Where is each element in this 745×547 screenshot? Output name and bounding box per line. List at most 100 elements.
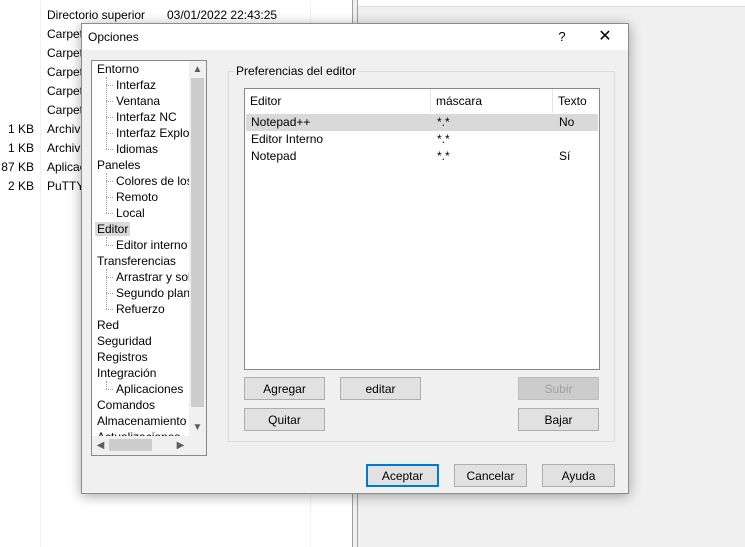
tree-item[interactable]: Aplicaciones — [116, 381, 183, 397]
tree-connector — [106, 293, 113, 294]
editor-row[interactable]: Notepad *.* Sí — [246, 148, 598, 165]
editor-mask: *.* — [437, 132, 450, 146]
editor-name: Editor Interno — [251, 132, 324, 146]
tree-item[interactable]: Registros — [97, 349, 148, 365]
tree-item-label: Integración — [97, 366, 157, 380]
tree-item-label: Transferencias — [97, 254, 176, 268]
tree-item-label: Editor interno — [116, 238, 188, 252]
help-icon[interactable]: ? — [552, 27, 572, 47]
tree-items: Entorno Interfaz Ventana Interfaz NC Interfa… — [92, 61, 190, 436]
file-size: 1 KB — [7, 122, 34, 136]
editor-row[interactable]: Notepad++ *.* No — [246, 114, 598, 131]
file-name: Carpet — [47, 84, 84, 98]
tree-vertical-scrollbar[interactable]: ▲ ▼ — [189, 61, 206, 436]
column-header-mask[interactable]: máscara — [431, 89, 553, 113]
file-name: Carpet — [47, 103, 84, 117]
tree-item[interactable]: Interfaz Explorer — [116, 125, 190, 141]
add-button[interactable]: Agregar — [244, 377, 325, 400]
tree-connector — [106, 133, 113, 134]
ok-button[interactable]: Aceptar — [366, 464, 439, 487]
tree-item[interactable]: Paneles — [97, 157, 140, 173]
tree-item-label: Seguridad — [97, 334, 152, 348]
tree-item[interactable]: Integración — [97, 365, 156, 381]
tree-connector — [106, 181, 113, 182]
tree-connector — [106, 173, 107, 213]
scroll-left-icon[interactable]: ◀ — [92, 437, 109, 454]
tree-item[interactable]: Entorno — [97, 61, 139, 77]
tree-item[interactable]: Idiomas — [116, 141, 158, 157]
scroll-right-icon[interactable]: ▶ — [172, 437, 189, 454]
tree-item[interactable]: Ventana — [116, 93, 160, 109]
tree-connector — [106, 381, 107, 389]
tree-item-label: Interfaz — [116, 78, 157, 92]
tree-item[interactable]: Almacenamiento — [97, 413, 186, 429]
dialog-titlebar[interactable]: Opciones ? ✕ — [82, 24, 628, 50]
tree-item[interactable]: Seguridad — [97, 333, 152, 349]
tree-item-label: Comandos — [97, 398, 156, 412]
tree-item[interactable]: Interfaz — [116, 77, 156, 93]
tree-item[interactable]: Colores de los archivos — [116, 173, 190, 189]
tree-item[interactable]: Editor — [95, 221, 131, 237]
tree-connector — [106, 85, 113, 86]
tree-item-label: Remoto — [116, 190, 159, 204]
close-icon[interactable]: ✕ — [590, 26, 620, 48]
scrollbar-thumb[interactable] — [191, 78, 204, 407]
tree-connector — [106, 277, 113, 278]
tree-item[interactable]: Refuerzo — [116, 301, 165, 317]
scroll-up-icon[interactable]: ▲ — [189, 61, 206, 78]
tree-item[interactable]: Editor interno — [116, 237, 187, 253]
file-name: Carpet — [47, 27, 84, 41]
tree-item[interactable]: Arrastrar y soltar — [116, 269, 190, 285]
cancel-button[interactable]: Cancelar — [454, 464, 527, 487]
group-title: Preferencias del editor — [234, 64, 359, 78]
file-size: 87 KB — [1, 160, 34, 174]
tree-item-label: Segundo plano — [116, 286, 190, 300]
move-up-button[interactable]: Subir — [518, 377, 599, 400]
tree-connector — [106, 117, 113, 118]
tree-item-label: Idiomas — [116, 142, 159, 156]
scroll-down-icon[interactable]: ▼ — [189, 419, 206, 436]
tree-connector — [106, 101, 113, 102]
tree-item[interactable]: Remoto — [116, 189, 158, 205]
move-down-button[interactable]: Bajar — [518, 408, 599, 431]
tree-item-label: Paneles — [97, 158, 141, 172]
tree-connector — [106, 149, 113, 150]
tree-connector — [106, 237, 107, 245]
editor-text-flag: No — [559, 115, 575, 129]
edit-button[interactable]: editar — [340, 377, 421, 400]
tree-item[interactable]: Transferencias — [97, 253, 176, 269]
tree-horizontal-scrollbar[interactable]: ◀ ▶ — [92, 436, 206, 455]
file-name: Carpet — [47, 46, 84, 60]
file-name: Archiv — [47, 122, 81, 136]
tree-item[interactable]: Interfaz NC — [116, 109, 177, 125]
editor-text-flag: Sí — [559, 149, 571, 163]
editor-row[interactable]: Editor Interno *.* — [246, 131, 598, 148]
tree-item-label: Local — [116, 206, 145, 220]
help-button[interactable]: Ayuda — [542, 464, 615, 487]
column-header-editor[interactable]: Editor — [245, 89, 431, 113]
tree-connector — [106, 245, 113, 246]
tree-connector — [106, 389, 113, 390]
dialog-title: Opciones — [88, 30, 139, 44]
tree-connector — [106, 77, 107, 149]
tree-item-label: Arrastrar y soltar — [116, 270, 190, 284]
tree-item[interactable]: Actualizaciones — [97, 429, 180, 436]
file-name: Archiv — [47, 141, 81, 155]
tree-item[interactable]: Red — [97, 317, 119, 333]
tree-item[interactable]: Comandos — [97, 397, 155, 413]
column-separator — [40, 0, 41, 547]
editor-list: Editor máscara Texto Notepad++ *.* No Edito… — [244, 88, 600, 370]
remove-button[interactable]: Quitar — [244, 408, 325, 431]
options-tree: Entorno Interfaz Ventana Interfaz NC Interfa… — [91, 60, 207, 456]
tree-item-label: Editor — [95, 222, 131, 236]
editor-name: Notepad++ — [251, 115, 311, 129]
tree-connector — [106, 197, 113, 198]
tree-item-label: Colores de los archivos — [116, 174, 190, 188]
tree-item-label: Interfaz NC — [116, 110, 177, 124]
scrollbar-thumb[interactable] — [109, 439, 152, 451]
column-header-text[interactable]: Texto — [553, 89, 599, 113]
options-dialog: Opciones ? ✕ Entorno Interfaz Ventana Inter… — [81, 23, 629, 494]
tree-item[interactable]: Local — [116, 205, 145, 221]
tree-item-label: Red — [97, 318, 120, 332]
tree-item[interactable]: Segundo plano — [116, 285, 190, 301]
